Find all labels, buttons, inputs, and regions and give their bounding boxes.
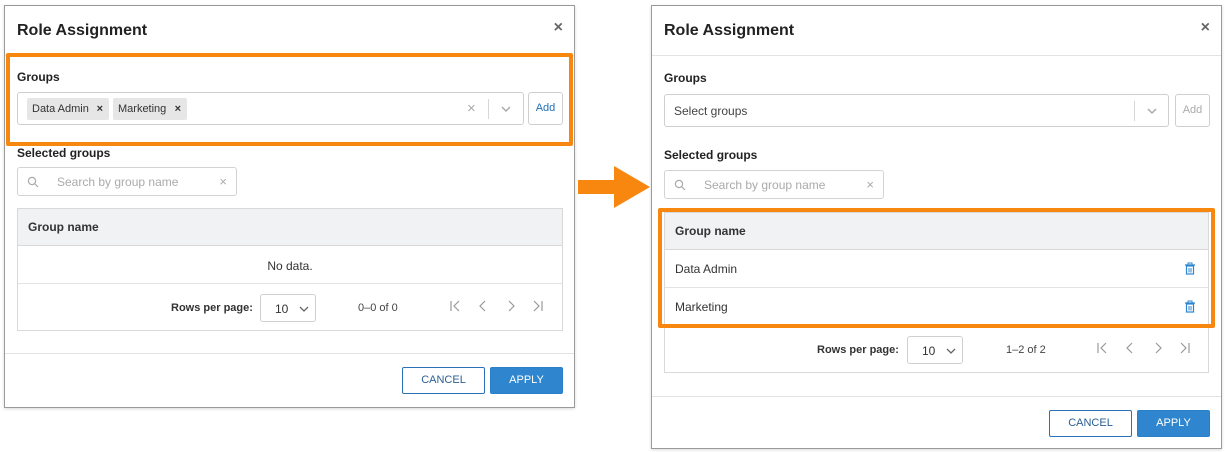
rows-per-page-value: 10 (275, 302, 289, 316)
table-row: No data. (18, 246, 562, 284)
groups-label: Groups (17, 70, 60, 84)
prev-page-icon[interactable] (1123, 340, 1137, 356)
apply-button[interactable]: APPLY (490, 367, 563, 394)
chevron-down-icon[interactable] (1145, 104, 1159, 118)
add-button[interactable]: Add (528, 92, 563, 125)
rows-per-page-value: 10 (922, 344, 936, 358)
group-chip: Marketing × (113, 98, 187, 120)
close-icon[interactable]: × (554, 19, 563, 37)
group-search-input[interactable]: Search by group name × (17, 167, 237, 196)
cancel-button[interactable]: CANCEL (402, 367, 485, 394)
dialog-footer: CANCEL APPLY (652, 396, 1221, 448)
role-assignment-dialog-after: Role Assignment × Groups Select groups A… (651, 5, 1222, 449)
dialog-title: Role Assignment (17, 22, 148, 39)
first-page-icon[interactable] (448, 298, 462, 314)
trash-icon[interactable] (1184, 262, 1196, 275)
first-page-icon[interactable] (1095, 340, 1109, 356)
dialog-header: Role Assignment × (5, 6, 574, 56)
table-row: Data Admin (665, 250, 1208, 288)
prev-page-icon[interactable] (476, 298, 490, 314)
rows-per-page-label: Rows per page: (817, 344, 899, 356)
column-group-name[interactable]: Group name (28, 220, 99, 234)
selected-groups-label: Selected groups (17, 146, 111, 160)
dialog-title: Role Assignment (664, 22, 795, 39)
cancel-button[interactable]: CANCEL (1049, 410, 1132, 437)
search-clear-icon[interactable]: × (866, 177, 874, 192)
rows-per-page-select[interactable]: 10 (260, 294, 316, 322)
group-chip: Data Admin × (27, 98, 109, 120)
search-icon (674, 179, 686, 191)
groups-select[interactable]: Select groups (664, 94, 1169, 127)
search-placeholder: Search by group name (57, 175, 179, 189)
select-separator (1134, 101, 1135, 121)
group-name-cell: Data Admin (675, 262, 738, 276)
search-placeholder: Search by group name (704, 178, 826, 192)
rows-per-page-select[interactable]: 10 (907, 336, 963, 364)
close-icon[interactable]: × (1201, 19, 1210, 37)
chip-label: Marketing (118, 103, 167, 115)
clear-icon[interactable]: × (467, 100, 476, 117)
column-group-name[interactable]: Group name (675, 224, 746, 238)
chevron-down-icon[interactable] (499, 102, 513, 116)
chevron-down-icon (299, 306, 309, 312)
group-name-cell: Marketing (675, 300, 728, 314)
pagination-range: 1–2 of 2 (1006, 344, 1046, 356)
table-pagination: Rows per page: 10 0–0 of 0 (18, 285, 562, 331)
table-header: Group name (665, 213, 1208, 250)
last-page-icon[interactable] (1178, 340, 1192, 356)
groups-select[interactable]: Data Admin × Marketing × × (17, 92, 524, 125)
search-icon (27, 176, 39, 188)
next-page-icon[interactable] (1151, 340, 1165, 356)
table-row: Marketing (665, 288, 1208, 326)
dialog-header: Role Assignment × (652, 6, 1221, 56)
table-header: Group name (18, 209, 562, 246)
groups-label: Groups (664, 71, 707, 85)
selected-groups-label: Selected groups (664, 148, 758, 162)
last-page-icon[interactable] (531, 298, 545, 314)
chip-remove-icon[interactable]: × (175, 98, 181, 120)
apply-button[interactable]: APPLY (1137, 410, 1210, 437)
groups-table: Group name No data. Rows per page: 10 0–… (17, 208, 563, 331)
chip-remove-icon[interactable]: × (97, 98, 103, 120)
dialog-footer: CANCEL APPLY (5, 353, 574, 407)
groups-table: Group name Data Admin Marketing Rows per… (664, 212, 1209, 373)
role-assignment-dialog-before: Role Assignment × Groups Data Admin × Ma… (4, 5, 575, 408)
trash-icon[interactable] (1184, 300, 1196, 313)
arrow-right-icon (578, 166, 650, 208)
select-placeholder: Select groups (674, 104, 748, 118)
chevron-down-icon (946, 348, 956, 354)
rows-per-page-label: Rows per page: (171, 302, 253, 314)
select-separator (488, 99, 489, 119)
group-search-input[interactable]: Search by group name × (664, 170, 884, 199)
search-clear-icon[interactable]: × (219, 174, 227, 189)
table-pagination: Rows per page: 10 1–2 of 2 (665, 327, 1208, 373)
pagination-range: 0–0 of 0 (358, 302, 398, 314)
next-page-icon[interactable] (504, 298, 518, 314)
add-button[interactable]: Add (1175, 94, 1210, 127)
no-data-text: No data. (267, 259, 313, 273)
chip-label: Data Admin (32, 103, 89, 115)
